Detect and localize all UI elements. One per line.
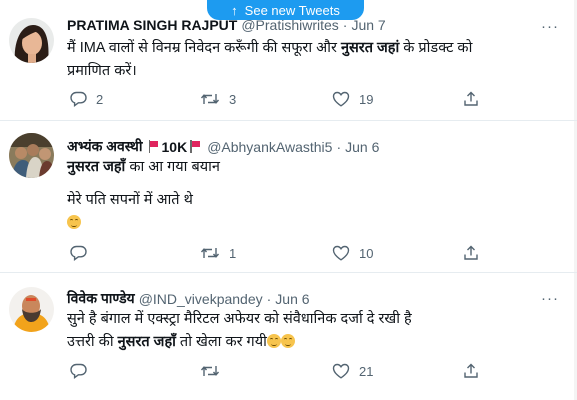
retweet-button[interactable]: 3 bbox=[200, 91, 236, 107]
smiling-face-emoji bbox=[67, 215, 81, 229]
tweet-date[interactable]: Jun 6 bbox=[275, 291, 309, 307]
tweet-vivek[interactable]: विवेक पाण्डेय @IND_vivekpandey · Jun 6 ·… bbox=[0, 272, 577, 400]
tweet-text-part: उत्तरी की bbox=[67, 334, 118, 350]
tweet-text-part: तो खेला कर गयी bbox=[175, 334, 267, 350]
retweet-count: 3 bbox=[229, 91, 237, 107]
retweet-icon bbox=[200, 366, 220, 376]
tweet-text-bold: नुसरत जहाँ bbox=[117, 334, 176, 350]
reply-icon bbox=[70, 363, 87, 379]
tweet-text-line: प्रमाणित करें। bbox=[67, 63, 137, 79]
smiling-face-emoji bbox=[280, 334, 295, 348]
share-button[interactable] bbox=[463, 363, 479, 379]
tweet-text-line: मेरे पति सपनों में आते थे bbox=[67, 192, 193, 208]
flag-icon bbox=[148, 140, 159, 153]
avatar[interactable] bbox=[9, 18, 54, 63]
like-count: 19 bbox=[359, 91, 374, 107]
avatar[interactable] bbox=[9, 287, 54, 332]
tweet-abhyank[interactable]: अभ्यंक अवस्थी 10K @AbhyankAwasthi5 · Jun… bbox=[0, 120, 577, 273]
see-new-tweets-button[interactable]: ↑ See new Tweets bbox=[207, 0, 364, 20]
tweet-text-bold: नुसरत जहाँ bbox=[67, 159, 126, 175]
like-icon bbox=[332, 363, 350, 379]
like-button[interactable]: 10 bbox=[332, 245, 373, 261]
tweet-text-part: का आ गया बयान bbox=[125, 159, 220, 175]
tweet-text-part: मैं IMA वालों से विनम्र निवेदन करूँगी की… bbox=[67, 40, 341, 56]
reply-icon bbox=[70, 245, 87, 261]
tweet-actions: 2 3 19 bbox=[70, 91, 550, 109]
like-button[interactable]: 19 bbox=[332, 91, 373, 107]
like-count: 21 bbox=[359, 363, 374, 379]
like-button[interactable]: 21 bbox=[332, 363, 373, 379]
tweet-actions: 21 bbox=[70, 363, 550, 381]
retweet-button[interactable] bbox=[200, 363, 229, 379]
like-icon bbox=[332, 91, 350, 107]
author-name[interactable]: अभ्यंक अवस्थी bbox=[67, 137, 143, 156]
author-handle[interactable]: @AbhyankAwasthi5 bbox=[207, 139, 332, 155]
share-button[interactable] bbox=[463, 91, 479, 107]
like-icon bbox=[332, 245, 350, 261]
separator-dot: · bbox=[336, 138, 342, 155]
arrow-up-icon: ↑ bbox=[231, 2, 238, 18]
like-count: 10 bbox=[359, 245, 374, 261]
separator-dot: · bbox=[266, 290, 272, 307]
reply-button[interactable]: 2 bbox=[70, 91, 103, 107]
retweet-button[interactable]: 1 bbox=[200, 245, 236, 261]
more-icon[interactable]: ··· bbox=[541, 18, 559, 35]
author-badge: 10K bbox=[161, 138, 188, 155]
retweet-count: 1 bbox=[229, 245, 237, 261]
tweet-text: मैं IMA वालों से विनम्र निवेदन करूँगी की… bbox=[67, 37, 472, 83]
reply-count: 2 bbox=[96, 91, 104, 107]
author-handle[interactable]: @IND_vivekpandey bbox=[139, 291, 263, 307]
author-name[interactable]: PRATIMA SINGH RAJPUT bbox=[67, 17, 237, 33]
tweet-text-bold: नुसरत जहां bbox=[340, 40, 400, 56]
reply-button[interactable] bbox=[70, 245, 96, 261]
tweet-date[interactable]: Jun 7 bbox=[351, 17, 385, 33]
reply-button[interactable] bbox=[70, 363, 96, 379]
share-button[interactable] bbox=[463, 245, 479, 261]
share-icon bbox=[464, 363, 478, 378]
share-icon bbox=[464, 245, 478, 260]
author-name[interactable]: विवेक पाण्डेय bbox=[67, 289, 135, 308]
retweet-icon bbox=[200, 94, 220, 104]
smiling-face-emoji bbox=[266, 334, 281, 348]
avatar[interactable] bbox=[9, 133, 54, 178]
tweet-text-line: सुने है बंगाल में एक्स्ट्रा मैरिटल अफेयर… bbox=[67, 311, 412, 327]
tweet-text: नुसरत जहाँ का आ गया बयान मेरे पति सपनों … bbox=[67, 156, 220, 235]
tweet-actions: 1 10 bbox=[70, 245, 550, 263]
flag-icon bbox=[190, 140, 200, 153]
reply-icon bbox=[70, 91, 87, 107]
tweet-text: सुने है बंगाल में एक्स्ट्रा मैरिटल अफेयर… bbox=[67, 308, 412, 354]
share-icon bbox=[464, 91, 478, 106]
tweet-date[interactable]: Jun 6 bbox=[345, 139, 379, 155]
more-icon[interactable]: ··· bbox=[541, 290, 559, 307]
retweet-icon bbox=[200, 248, 220, 258]
tweet-text-part: के प्रोडक्ट को bbox=[399, 40, 473, 56]
see-new-tweets-label: See new Tweets bbox=[244, 2, 340, 18]
